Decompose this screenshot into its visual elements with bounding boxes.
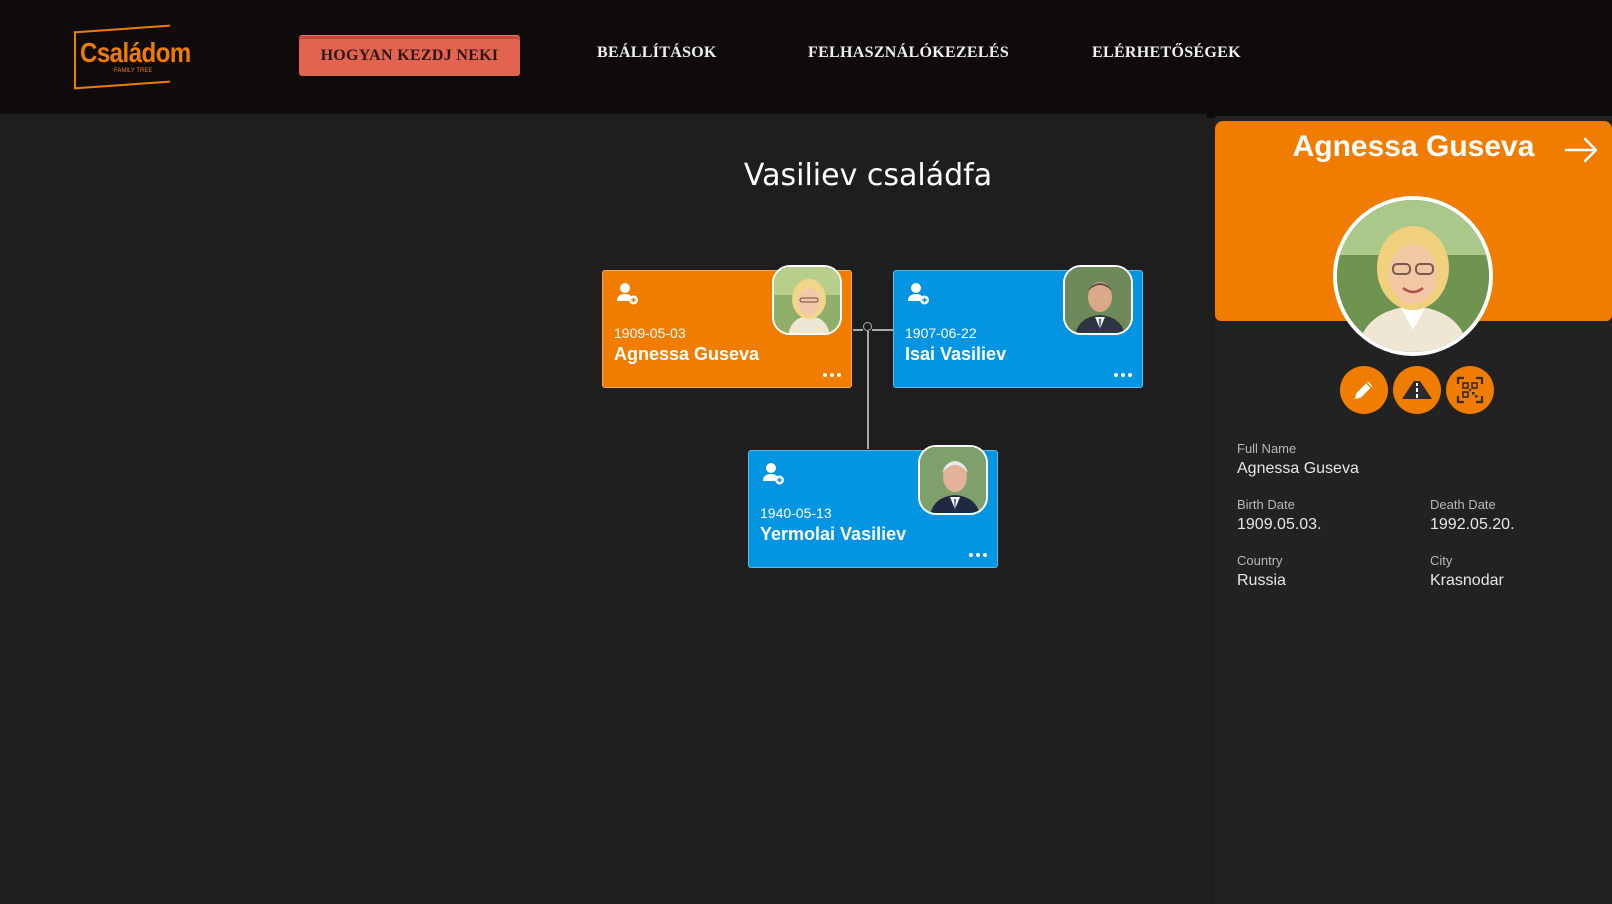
connector-left: [853, 329, 863, 331]
birth-date: 1907-06-22: [905, 325, 977, 341]
panel-avatar: [1333, 196, 1493, 356]
panel-person-name: Agnessa Guseva: [1292, 130, 1535, 163]
add-person-icon[interactable]: [906, 281, 932, 307]
nav-contacts[interactable]: ELÉRHETŐSÉGEK: [1092, 44, 1241, 62]
birth-date-label: Birth Date: [1237, 497, 1295, 512]
close-panel-arrow-icon[interactable]: [1564, 136, 1600, 164]
avatar: [1063, 265, 1133, 335]
how-to-start-button[interactable]: HOGYAN KEZDJ NEKI: [299, 36, 520, 76]
logo-subtitle: FAMILY TREE: [114, 68, 153, 74]
full-name-label: Full Name: [1237, 441, 1297, 456]
death-date-value: 1992.05.20.: [1430, 516, 1515, 533]
birth-date: 1940-05-13: [760, 505, 832, 521]
person-name: Isai Vasiliev: [905, 344, 1007, 364]
qr-scan-icon: [1456, 376, 1484, 404]
logo[interactable]: Családom FAMILY TREE: [74, 24, 191, 90]
connector-right: [872, 329, 893, 331]
full-name-value: Agnessa Guseva: [1237, 460, 1359, 477]
logo-text: Családom: [80, 37, 191, 69]
person-name: Agnessa Guseva: [614, 344, 760, 364]
qr-button[interactable]: [1446, 366, 1494, 414]
edit-button[interactable]: [1340, 366, 1388, 414]
more-options-icon[interactable]: [969, 553, 987, 557]
avatar: [918, 445, 988, 515]
add-person-icon[interactable]: [615, 281, 641, 307]
path-button[interactable]: [1393, 366, 1441, 414]
add-person-icon[interactable]: [761, 461, 787, 487]
death-date-label: Death Date: [1430, 497, 1496, 512]
birth-date: 1909-05-03: [614, 325, 686, 341]
avatar: [772, 265, 842, 335]
marriage-junction: [863, 322, 872, 331]
connector-down: [867, 331, 869, 449]
person-card-agnessa[interactable]: 1909-05-03 Agnessa Guseva: [602, 265, 852, 388]
pencil-icon: [1355, 381, 1373, 399]
tree-title: Vasiliev családfa: [743, 158, 993, 193]
city-label: City: [1430, 553, 1453, 568]
more-options-icon[interactable]: [1114, 373, 1132, 377]
road-icon: [1402, 381, 1432, 399]
person-card-yermolai[interactable]: 1940-05-13 Yermolai Vasiliev: [748, 445, 998, 568]
city-value: Krasnodar: [1430, 572, 1504, 589]
person-name: Yermolai Vasiliev: [760, 524, 907, 544]
country-label: Country: [1237, 553, 1283, 568]
country-value: Russia: [1237, 572, 1286, 589]
nav-user-management[interactable]: FELHASZNÁLÓKEZELÉS: [808, 44, 1009, 62]
top-navigation-bar: Családom FAMILY TREE HOGYAN KEZDJ NEKI B…: [0, 0, 1612, 114]
birth-date-value: 1909.05.03.: [1237, 516, 1322, 533]
more-options-icon[interactable]: [823, 373, 841, 377]
nav-settings[interactable]: BEÁLLÍTÁSOK: [597, 44, 717, 62]
person-card-isai[interactable]: 1907-06-22 Isai Vasiliev: [893, 265, 1143, 388]
